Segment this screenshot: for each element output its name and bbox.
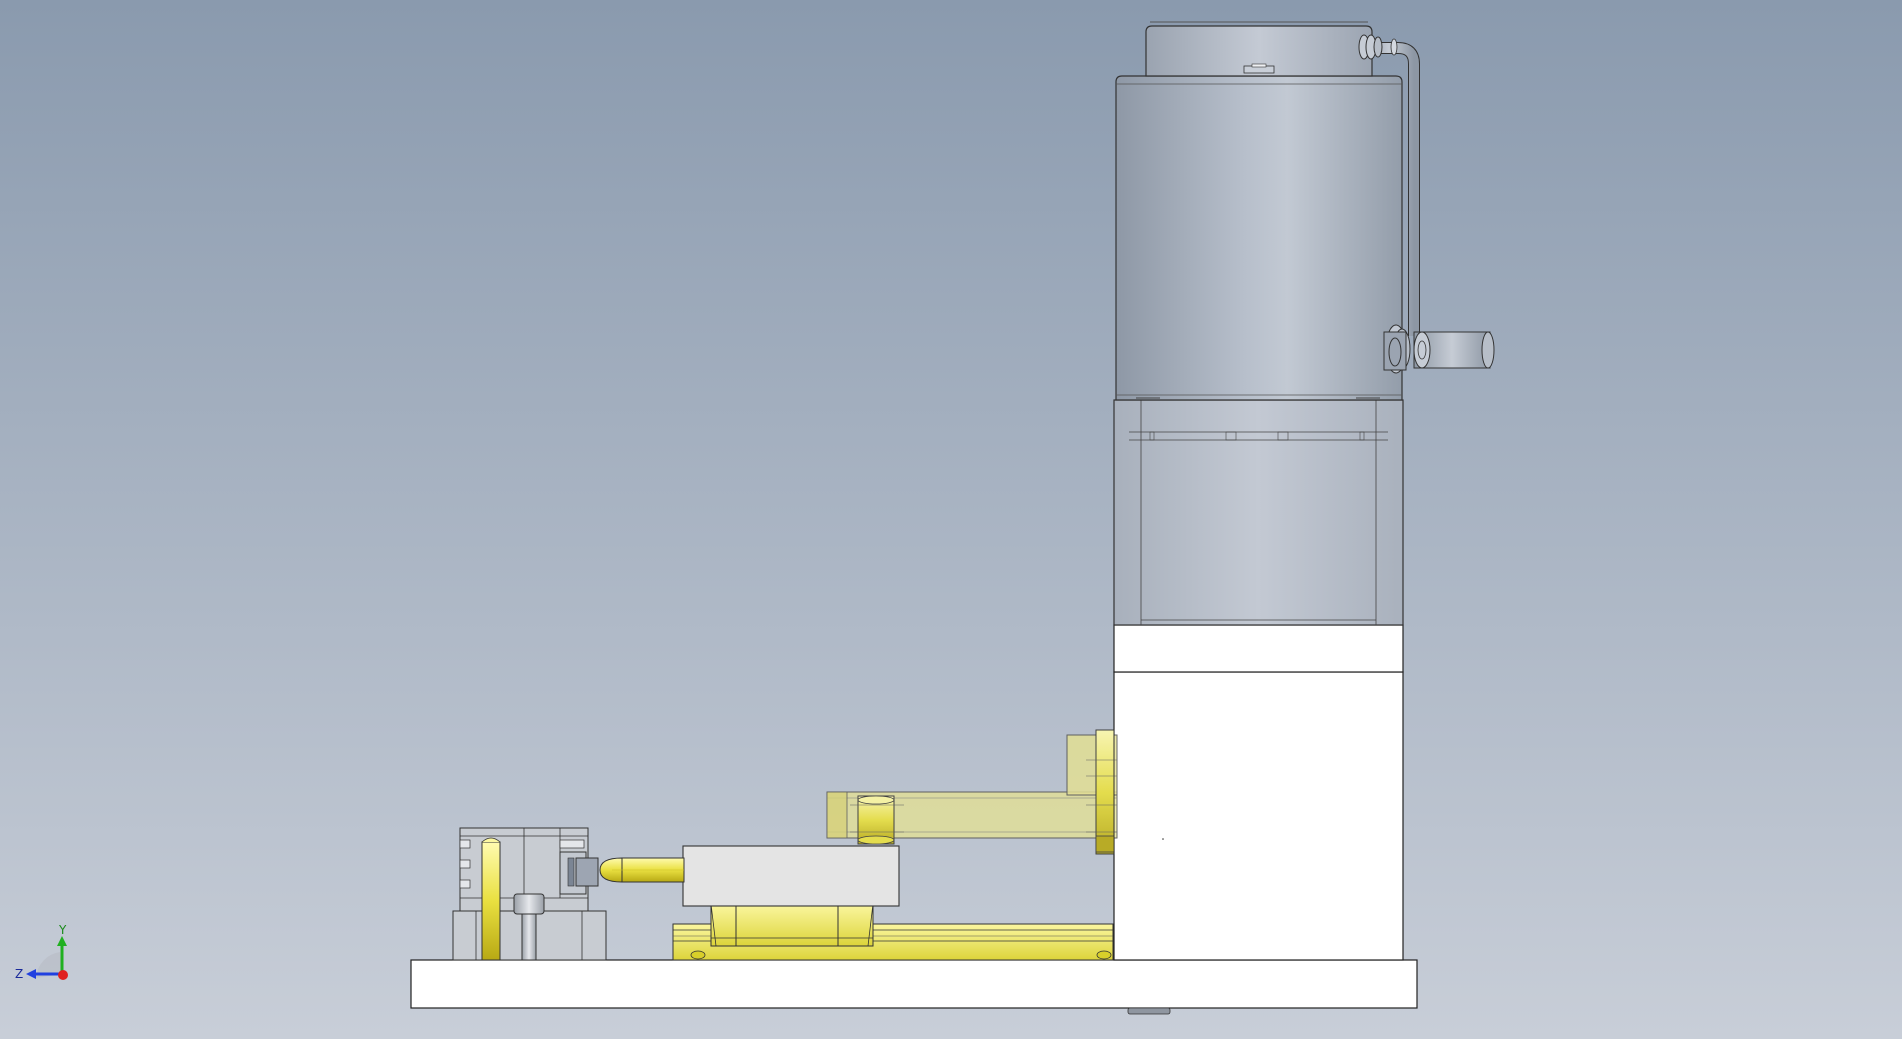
clamp-bolt-head[interactable] [513, 893, 545, 915]
clamp-sensor-tip [575, 857, 599, 887]
carriage-block[interactable] [710, 903, 874, 947]
clamp-bolt-shaft [521, 913, 537, 961]
motor-assembly[interactable] [1113, 21, 1404, 961]
column-lower-block[interactable] [1113, 671, 1404, 961]
triad-x-axis [58, 970, 68, 980]
rail-bolt [690, 950, 706, 960]
slider-carriage[interactable] [682, 845, 900, 947]
cad-graphics-viewport[interactable]: Y Z [0, 0, 1902, 1039]
rail-bolt [1096, 950, 1112, 960]
cad-scene[interactable]: Y Z [0, 0, 1902, 1039]
slider-table[interactable] [682, 845, 900, 907]
linkage-pulley-right[interactable] [1095, 729, 1115, 855]
clamp-yellow-pin[interactable] [481, 841, 501, 961]
base-plate[interactable] [410, 959, 1418, 1015]
viewport-background [0, 0, 1902, 1039]
gearbox-housing[interactable] [1113, 399, 1404, 626]
column-marker-dot [1162, 838, 1164, 840]
base-foot [1127, 1007, 1171, 1015]
clamp-block[interactable] [452, 827, 607, 961]
triad-z-label: Z [15, 967, 23, 981]
motor-body[interactable] [1115, 75, 1403, 401]
column-spacer-block[interactable] [1113, 624, 1404, 673]
push-rod[interactable] [599, 857, 685, 883]
triad-y-label: Y [58, 923, 67, 937]
